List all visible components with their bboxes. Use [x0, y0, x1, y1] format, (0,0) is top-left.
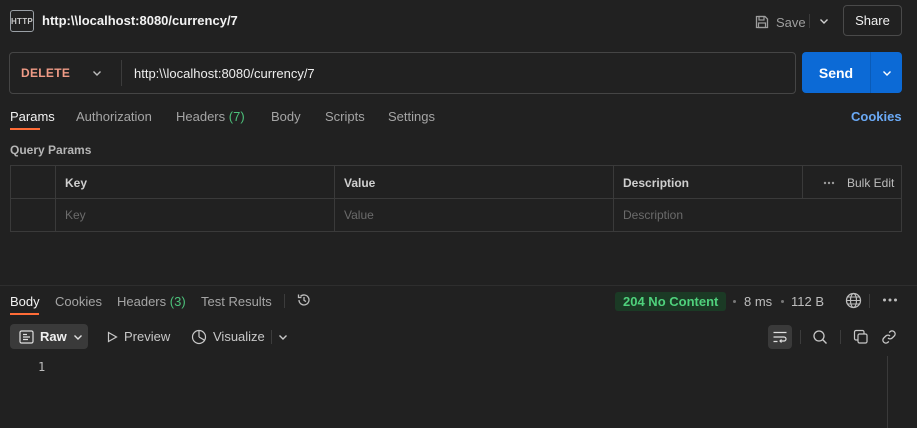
bulk-edit-label: Bulk Edit	[847, 176, 895, 190]
column-header-description: Description	[623, 176, 690, 190]
more-options-button[interactable]	[881, 293, 899, 307]
divider	[840, 330, 841, 344]
param-description-input[interactable]: Description	[623, 208, 683, 222]
url-input[interactable]: http:\\localhost:8080/currency/7	[134, 66, 315, 81]
response-size[interactable]: 112 B	[791, 294, 824, 309]
line-number: 1	[38, 360, 46, 374]
link-icon[interactable]	[881, 329, 897, 345]
more-icon	[823, 181, 835, 185]
tab-headers[interactable]: Headers (7)	[176, 109, 245, 124]
save-label: Save	[776, 14, 806, 30]
headers-count: (7)	[228, 109, 245, 124]
query-params-table: Key Value Description Bulk Edit Key Valu…	[10, 165, 902, 232]
response-divider[interactable]	[0, 285, 917, 286]
wrap-lines-icon	[773, 331, 787, 343]
divider	[613, 166, 614, 231]
save-button[interactable]: Save	[754, 11, 806, 33]
preview-button[interactable]: Preview	[106, 324, 170, 349]
column-header-key: Key	[65, 176, 88, 190]
tab-scripts[interactable]: Scripts	[325, 109, 365, 124]
chevron-down-icon	[820, 19, 828, 24]
more-icon	[883, 298, 897, 302]
divider	[809, 14, 810, 28]
divider	[55, 166, 56, 231]
response-tab-cookies[interactable]: Cookies	[55, 294, 102, 309]
response-tab-body[interactable]: Body	[10, 294, 40, 309]
search-icon[interactable]	[812, 329, 828, 345]
tab-settings[interactable]: Settings	[388, 109, 435, 124]
share-button[interactable]: Share	[843, 5, 902, 36]
chevron-down-icon	[279, 334, 287, 340]
response-tab-headers-label: Headers	[117, 294, 167, 309]
request-title[interactable]: http:\\localhost:8080/currency/7	[42, 13, 238, 28]
visualize-button[interactable]: Visualize	[191, 324, 265, 349]
chevron-down-icon	[882, 70, 891, 76]
method-select[interactable]: DELETE	[21, 66, 70, 80]
visualize-options-button[interactable]	[278, 324, 288, 349]
globe-icon[interactable]	[845, 292, 862, 309]
param-value-input[interactable]: Value	[344, 208, 374, 222]
copy-icon[interactable]	[853, 329, 869, 345]
query-params-title: Query Params	[10, 143, 92, 157]
response-headers-count: (3)	[169, 294, 186, 309]
format-label: Raw	[40, 329, 67, 344]
divider	[802, 166, 803, 198]
param-key-input[interactable]: Key	[65, 208, 86, 222]
preview-label: Preview	[124, 329, 171, 344]
tab-headers-label: Headers	[176, 109, 226, 124]
send-button[interactable]: Send	[802, 52, 870, 93]
http-file-icon: HTTP	[10, 10, 34, 32]
divider	[284, 294, 285, 308]
chevron-down-icon	[73, 334, 82, 340]
separator-dot	[781, 300, 784, 303]
visualize-label: Visualize	[213, 329, 265, 344]
raw-icon	[19, 329, 34, 344]
response-tab-test-results[interactable]: Test Results	[201, 294, 272, 309]
history-icon[interactable]	[296, 292, 312, 308]
method-dropdown-button[interactable]	[92, 66, 104, 80]
response-tab-headers[interactable]: Headers (3)	[117, 294, 186, 309]
cookies-link[interactable]: Cookies	[851, 109, 902, 124]
divider	[334, 166, 335, 231]
format-select[interactable]: Raw	[10, 324, 88, 349]
separator-dot	[733, 300, 736, 303]
tab-authorization[interactable]: Authorization	[76, 109, 152, 124]
save-icon	[755, 15, 769, 29]
send-options-button[interactable]	[871, 52, 902, 93]
status-badge[interactable]: 204 No Content	[615, 292, 727, 311]
play-icon	[107, 330, 118, 343]
active-tab-indicator	[10, 128, 40, 130]
divider	[11, 198, 901, 199]
active-tab-indicator	[10, 313, 39, 315]
url-bar	[9, 52, 796, 94]
column-header-value: Value	[344, 176, 376, 190]
save-options-button[interactable]	[817, 12, 831, 30]
bulk-edit-button[interactable]: Bulk Edit	[823, 176, 894, 190]
scrollbar[interactable]	[887, 356, 888, 428]
tab-params[interactable]: Params	[10, 109, 55, 124]
chevron-down-icon	[93, 71, 101, 76]
divider	[121, 60, 122, 86]
response-time[interactable]: 8 ms	[744, 294, 772, 309]
tab-body[interactable]: Body	[271, 109, 301, 124]
divider	[869, 294, 870, 308]
wrap-lines-button[interactable]	[768, 325, 792, 349]
visualize-icon	[191, 329, 207, 344]
divider	[271, 330, 272, 344]
divider	[800, 330, 801, 344]
